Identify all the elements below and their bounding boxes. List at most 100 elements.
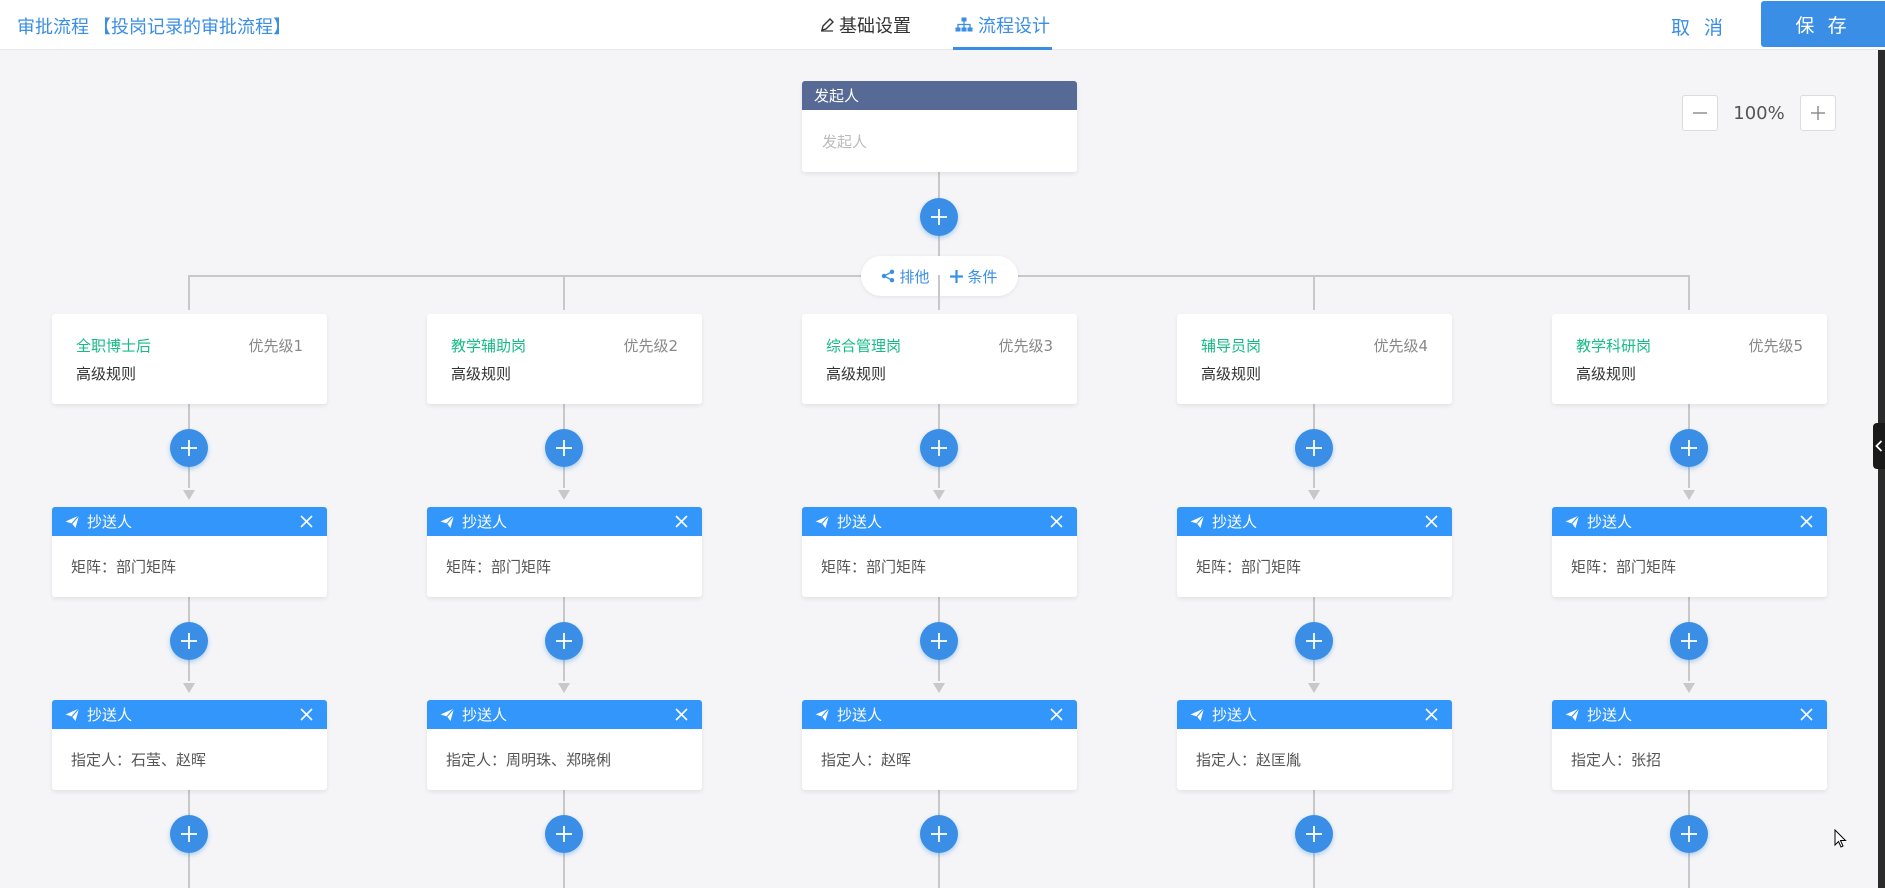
condition-node[interactable]: 教学辅助岗 优先级2 高级规则 bbox=[427, 314, 702, 404]
add-node-button[interactable] bbox=[920, 815, 958, 853]
scrollbar[interactable] bbox=[1878, 50, 1885, 888]
close-icon[interactable] bbox=[1423, 513, 1440, 530]
plus-icon bbox=[931, 440, 947, 456]
condition-rule: 高级规则 bbox=[451, 365, 512, 383]
condition-priority: 优先级1 bbox=[248, 337, 303, 355]
cc-node[interactable]: 抄送人 指定人：赵晖 bbox=[802, 700, 1077, 790]
add-node-button[interactable] bbox=[170, 815, 208, 853]
condition-priority: 优先级5 bbox=[1748, 337, 1803, 355]
close-icon[interactable] bbox=[298, 706, 315, 723]
plus-icon bbox=[931, 209, 947, 225]
cc-node-title: 抄送人 bbox=[1587, 513, 1633, 531]
condition-node[interactable]: 综合管理岗 优先级3 高级规则 bbox=[802, 314, 1077, 404]
cc-node-title: 抄送人 bbox=[87, 513, 133, 531]
add-node-button[interactable] bbox=[920, 622, 958, 660]
pencil-icon bbox=[820, 18, 834, 32]
initiator-header: 发起人 bbox=[802, 81, 1077, 110]
condition-name: 全职博士后 bbox=[76, 337, 152, 355]
close-icon[interactable] bbox=[1798, 706, 1815, 723]
condition-name: 教学科研岗 bbox=[1576, 337, 1652, 355]
connector-line bbox=[938, 275, 940, 310]
plus-icon bbox=[1306, 440, 1322, 456]
condition-rule: 高级规则 bbox=[826, 365, 887, 383]
close-icon[interactable] bbox=[1048, 706, 1065, 723]
plus-icon bbox=[1681, 633, 1697, 649]
cc-node-title: 抄送人 bbox=[837, 513, 883, 531]
cc-node-header: 抄送人 bbox=[427, 507, 702, 536]
condition-node[interactable]: 教学科研岗 优先级5 高级规则 bbox=[1552, 314, 1827, 404]
condition-node[interactable]: 全职博士后 优先级1 高级规则 bbox=[52, 314, 327, 404]
cc-node-body: 矩阵：部门矩阵 bbox=[71, 558, 177, 576]
arrow-down-icon bbox=[933, 490, 945, 500]
add-node-button[interactable] bbox=[1295, 815, 1333, 853]
plus-icon bbox=[1681, 440, 1697, 456]
condition-priority: 优先级2 bbox=[623, 337, 678, 355]
chevron-left-icon bbox=[1875, 440, 1883, 452]
add-node-button[interactable] bbox=[1295, 622, 1333, 660]
arrow-down-icon bbox=[1683, 490, 1695, 500]
paper-plane-icon bbox=[815, 707, 830, 722]
cc-node[interactable]: 抄送人 矩阵：部门矩阵 bbox=[427, 507, 702, 597]
cc-node-header: 抄送人 bbox=[1177, 700, 1452, 729]
condition-priority: 优先级4 bbox=[1373, 337, 1428, 355]
paper-plane-icon bbox=[1190, 514, 1205, 529]
close-icon[interactable] bbox=[1048, 513, 1065, 530]
cc-node[interactable]: 抄送人 指定人：张招 bbox=[1552, 700, 1827, 790]
condition-node[interactable]: 辅导员岗 优先级4 高级规则 bbox=[1177, 314, 1452, 404]
title-subtitle: 【投岗记录的审批流程】 bbox=[93, 17, 291, 38]
save-button[interactable]: 保 存 bbox=[1761, 1, 1885, 47]
paper-plane-icon bbox=[1565, 707, 1580, 722]
cc-node[interactable]: 抄送人 指定人：周明珠、郑晓俐 bbox=[427, 700, 702, 790]
cc-node[interactable]: 抄送人 矩阵：部门矩阵 bbox=[1552, 507, 1827, 597]
cc-node-body: 指定人：周明珠、郑晓俐 bbox=[446, 751, 612, 769]
add-node-button[interactable] bbox=[1670, 429, 1708, 467]
add-node-button[interactable] bbox=[1670, 815, 1708, 853]
close-icon[interactable] bbox=[298, 513, 315, 530]
add-condition-label: 条件 bbox=[967, 267, 998, 286]
cancel-button[interactable]: 取 消 bbox=[1671, 13, 1727, 40]
plus-icon bbox=[556, 826, 572, 842]
add-node-button[interactable] bbox=[170, 429, 208, 467]
cc-node-title: 抄送人 bbox=[1212, 706, 1258, 724]
add-condition-button[interactable]: 条件 bbox=[950, 266, 998, 287]
initiator-node[interactable]: 发起人 发起人 bbox=[802, 81, 1077, 172]
add-node-button[interactable] bbox=[1670, 622, 1708, 660]
exclusive-button[interactable]: 排他 bbox=[881, 266, 930, 287]
add-node-button[interactable] bbox=[920, 198, 958, 236]
add-node-button[interactable] bbox=[545, 429, 583, 467]
cc-node-title: 抄送人 bbox=[87, 706, 133, 724]
tab-process-design-label: 流程设计 bbox=[978, 16, 1050, 37]
cc-node[interactable]: 抄送人 矩阵：部门矩阵 bbox=[802, 507, 1077, 597]
title-text: 审批流程 bbox=[17, 17, 89, 38]
zoom-out-button[interactable] bbox=[1682, 95, 1718, 131]
cc-node-header: 抄送人 bbox=[1552, 507, 1827, 536]
close-icon[interactable] bbox=[673, 706, 690, 723]
cc-node[interactable]: 抄送人 矩阵：部门矩阵 bbox=[1177, 507, 1452, 597]
cc-node[interactable]: 抄送人 指定人：赵匡胤 bbox=[1177, 700, 1452, 790]
close-icon[interactable] bbox=[673, 513, 690, 530]
tab-basic-settings[interactable]: 基础设置 bbox=[818, 0, 913, 50]
zoom-in-button[interactable] bbox=[1800, 95, 1836, 131]
mouse-cursor-icon bbox=[1834, 828, 1848, 853]
collapse-panel-tab[interactable] bbox=[1873, 423, 1885, 469]
cc-node-header: 抄送人 bbox=[52, 507, 327, 536]
close-icon[interactable] bbox=[1798, 513, 1815, 530]
add-node-button[interactable] bbox=[920, 429, 958, 467]
cc-node-header: 抄送人 bbox=[802, 700, 1077, 729]
add-node-button[interactable] bbox=[170, 622, 208, 660]
tab-process-design[interactable]: 流程设计 bbox=[953, 0, 1052, 50]
add-node-button[interactable] bbox=[545, 622, 583, 660]
top-bar: 审批流程 【投岗记录的审批流程】 基础设置 流程设计 取 消 保 存 bbox=[0, 0, 1885, 50]
cc-node-header: 抄送人 bbox=[52, 700, 327, 729]
tab-bar: 基础设置 流程设计 bbox=[818, 0, 1052, 50]
close-icon[interactable] bbox=[1423, 706, 1440, 723]
condition-priority: 优先级3 bbox=[998, 337, 1053, 355]
arrow-down-icon bbox=[183, 490, 195, 500]
cc-node[interactable]: 抄送人 矩阵：部门矩阵 bbox=[52, 507, 327, 597]
plus-icon bbox=[556, 633, 572, 649]
add-node-button[interactable] bbox=[545, 815, 583, 853]
add-node-button[interactable] bbox=[1295, 429, 1333, 467]
initiator-body: 发起人 bbox=[822, 133, 868, 151]
plus-icon bbox=[181, 440, 197, 456]
cc-node[interactable]: 抄送人 指定人：石莹、赵晖 bbox=[52, 700, 327, 790]
